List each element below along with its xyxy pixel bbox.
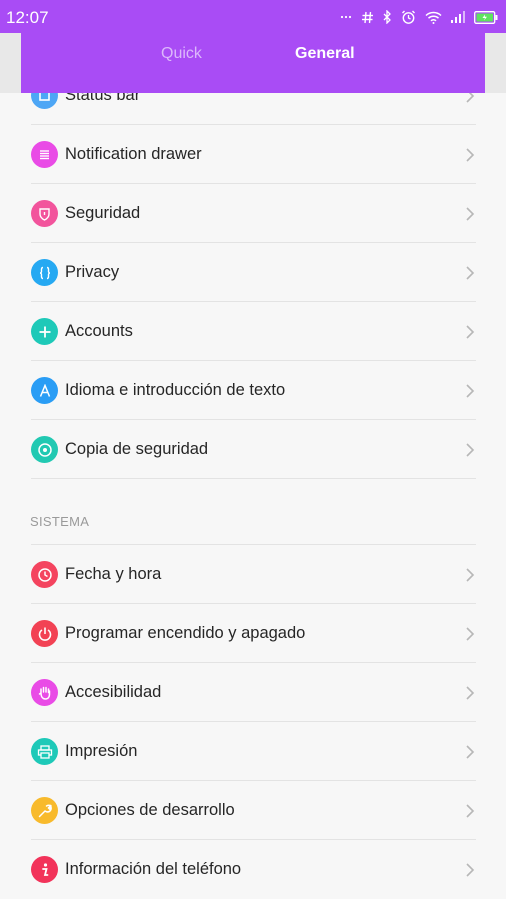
alarm-icon (401, 10, 416, 25)
bluetooth-icon (383, 10, 392, 24)
chevron-right-icon (466, 568, 475, 582)
hashtag-icon (361, 11, 374, 24)
battery-icon (474, 10, 498, 24)
chevron-right-icon (466, 384, 475, 398)
braces-icon (31, 259, 58, 286)
settings-item-label: Información del teléfono (65, 860, 242, 878)
settings-item-label: Programar encendido y apagado (65, 624, 306, 642)
settings-item-label: Notification drawer (65, 145, 202, 163)
more-dots-icon (340, 15, 352, 19)
status-icons (340, 7, 498, 27)
clock-icon (31, 561, 58, 588)
chevron-right-icon (466, 804, 475, 818)
printer-icon (31, 738, 58, 765)
tab-general[interactable]: General (295, 45, 355, 63)
divider (31, 478, 476, 479)
settings-item-notification-drawer[interactable]: Notification drawer (0, 125, 506, 184)
settings-item-accounts[interactable]: Accounts (0, 302, 506, 361)
settings-item-fecha-hora[interactable]: Fecha y hora (0, 545, 506, 604)
settings-item-informacion-telefono[interactable]: Información del teléfono (0, 840, 506, 899)
settings-item-privacy[interactable]: Privacy (0, 243, 506, 302)
settings-item-label: Impresión (65, 742, 138, 760)
tab-quick[interactable]: Quick (161, 45, 202, 63)
settings-item-programar-encendido[interactable]: Programar encendido y apagado (0, 604, 506, 663)
chevron-right-icon (466, 443, 475, 457)
signal-icon (451, 11, 465, 23)
target-icon (31, 436, 58, 463)
settings-item-label: Seguridad (65, 204, 141, 222)
plus-icon (31, 318, 58, 345)
chevron-right-icon (466, 745, 475, 759)
settings-item-seguridad[interactable]: Seguridad (0, 184, 506, 243)
chevron-right-icon (466, 207, 475, 221)
section-header-sistema: SISTEMA (30, 514, 90, 529)
settings-item-label: Idioma e introducción de texto (65, 381, 286, 399)
wrench-icon (31, 797, 58, 824)
chevron-right-icon (466, 686, 475, 700)
list-icon (31, 141, 58, 168)
tabs-header: Quick General (21, 33, 485, 93)
settings-item-label: Accounts (65, 322, 133, 340)
chevron-right-icon (466, 325, 475, 339)
hand-icon (31, 679, 58, 706)
chevron-right-icon (466, 627, 475, 641)
status-bar: 12:07 (0, 0, 506, 33)
settings-item-label: Copia de seguridad (65, 440, 209, 458)
settings-item-accesibilidad[interactable]: Accesibilidad (0, 663, 506, 722)
power-icon (31, 620, 58, 647)
settings-item-copia-seguridad[interactable]: Copia de seguridad (0, 420, 506, 479)
settings-item-label: Accesibilidad (65, 683, 162, 701)
settings-item-label: Opciones de desarrollo (65, 801, 235, 819)
settings-item-label: Privacy (65, 263, 120, 281)
chevron-right-icon (466, 863, 475, 877)
chevron-right-icon (466, 266, 475, 280)
wifi-icon (425, 11, 442, 24)
settings-item-label: Fecha y hora (65, 565, 162, 583)
shield-icon (31, 200, 58, 227)
info-icon (31, 856, 58, 883)
page-edge-left (0, 33, 21, 93)
settings-item-impresion[interactable]: Impresión (0, 722, 506, 781)
letter-a-icon (31, 377, 58, 404)
page-edge-right (485, 33, 506, 93)
chevron-right-icon (466, 148, 475, 162)
settings-item-idioma[interactable]: Idioma e introducción de texto (0, 361, 506, 420)
settings-item-opciones-desarrollo[interactable]: Opciones de desarrollo (0, 781, 506, 840)
status-time: 12:07 (6, 8, 49, 27)
